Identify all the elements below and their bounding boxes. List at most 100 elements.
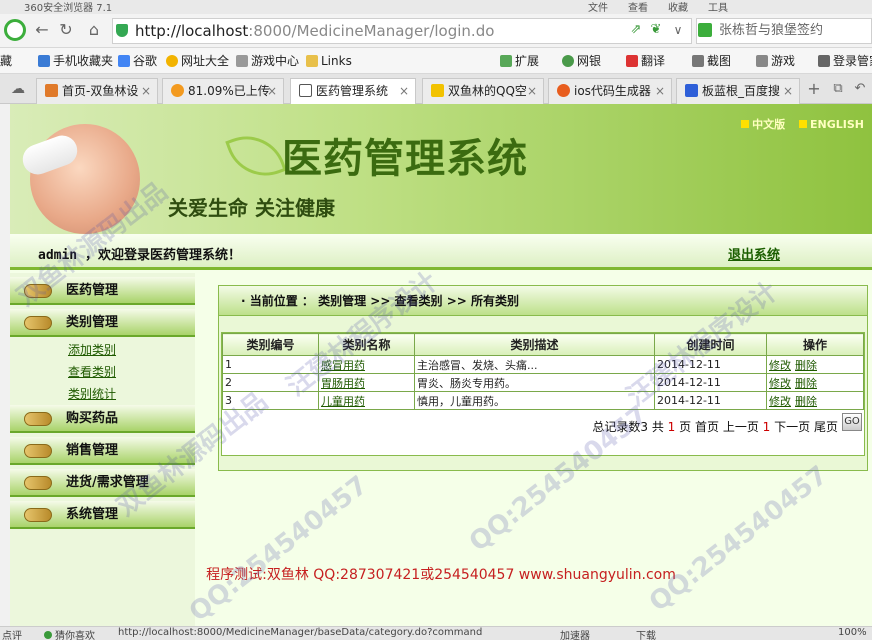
bookmark-label: 扩展 bbox=[515, 54, 540, 68]
tab-strip: ☁ 首页-双鱼林设 × 81.09%已上传 × 医药管理系统 × 双鱼林的QQ空 × i… bbox=[0, 74, 872, 105]
submenu-add-category[interactable]: 添加类别 bbox=[68, 341, 116, 358]
tab-qzone[interactable]: 双鱼林的QQ空 × bbox=[422, 78, 544, 104]
undo-close-icon[interactable]: ↶ bbox=[850, 79, 870, 99]
submenu-view-category[interactable]: 查看类别 bbox=[68, 363, 116, 380]
menu-stock[interactable]: 进货/需求管理 bbox=[10, 469, 195, 497]
category-name-link[interactable]: 儿童用药 bbox=[321, 395, 365, 408]
bookmark-games[interactable]: 游戏中心 bbox=[236, 53, 299, 69]
close-icon[interactable]: × bbox=[655, 79, 665, 103]
gamepad-icon bbox=[756, 55, 768, 67]
menu-medicine[interactable]: 医药管理 bbox=[10, 277, 195, 305]
star-icon bbox=[431, 84, 444, 97]
breadcrumb: · 当前位置 ： 类别管理 >> 查看类别 >> 所有类别 bbox=[219, 286, 867, 316]
category-table: 类别编号 类别名称 类别描述 创建时间 操作 1 感冒用药 主治感冒、发烧、头痛… bbox=[222, 333, 864, 410]
category-name-link[interactable]: 感冒用药 bbox=[321, 359, 365, 372]
bookmark-google[interactable]: 谷歌 bbox=[118, 53, 157, 69]
current-page: 1 bbox=[762, 420, 771, 434]
restore-tab-icon[interactable]: ⧉ bbox=[828, 79, 848, 99]
col-actions: 操作 bbox=[766, 333, 864, 356]
go-button[interactable]: GO bbox=[842, 413, 862, 431]
submenu-category-stats[interactable]: 类别统计 bbox=[68, 385, 116, 402]
page-word: 页 bbox=[679, 420, 692, 434]
last-page-link[interactable]: 尾页 bbox=[814, 420, 838, 434]
leaf-logo-icon bbox=[225, 125, 287, 187]
menu-tools[interactable]: 工具 bbox=[708, 0, 728, 14]
edit-link[interactable]: 修改 bbox=[769, 377, 791, 390]
logout-link[interactable]: 退出系统 bbox=[728, 244, 780, 263]
new-tab-icon[interactable]: + bbox=[804, 79, 824, 99]
watermark: QQ:254540457 bbox=[643, 460, 834, 618]
tab-medicine[interactable]: 医药管理系统 × bbox=[290, 78, 416, 105]
menu-view[interactable]: 查看 bbox=[628, 0, 648, 14]
category-name-link[interactable]: 胃肠用药 bbox=[321, 377, 365, 390]
close-icon[interactable]: × bbox=[267, 79, 277, 103]
col-date: 创建时间 bbox=[654, 333, 767, 356]
menu-sales[interactable]: 销售管理 bbox=[10, 437, 195, 465]
status-accelerator[interactable]: 加速器 bbox=[560, 627, 590, 640]
bookmark-favorites[interactable]: 藏 bbox=[0, 53, 12, 69]
capsule-icon bbox=[24, 444, 52, 458]
menu-purchase[interactable]: 购买药品 bbox=[10, 405, 195, 433]
dropdown-icon[interactable]: ∨ bbox=[668, 20, 688, 40]
bookmark-label: 游戏 bbox=[771, 54, 796, 68]
back-icon[interactable]: ← bbox=[32, 20, 52, 40]
status-guess[interactable]: 猜你喜欢 bbox=[44, 627, 95, 640]
close-icon[interactable]: × bbox=[783, 79, 793, 103]
status-review[interactable]: 点评 bbox=[2, 627, 22, 640]
total-records: 总记录数3 共 bbox=[592, 420, 664, 434]
delete-link[interactable]: 删除 bbox=[795, 359, 817, 372]
ext-screenshot[interactable]: 截图 bbox=[692, 53, 731, 69]
delete-link[interactable]: 删除 bbox=[795, 377, 817, 390]
tab-upload[interactable]: 81.09%已上传 × bbox=[162, 78, 284, 104]
ext-bank[interactable]: 网银 bbox=[562, 53, 601, 69]
tab-label: 81.09%已上传 bbox=[188, 84, 270, 98]
share-icon[interactable]: ⇗ bbox=[626, 20, 646, 40]
menu-category[interactable]: 类别管理 bbox=[10, 309, 195, 337]
ext-translate[interactable]: 翻译 bbox=[626, 53, 665, 69]
url-input[interactable]: http://localhost:8000/MedicineManager/lo… bbox=[112, 18, 692, 44]
tab-label: ios代码生成器 bbox=[574, 84, 651, 98]
home-icon[interactable]: ⌂ bbox=[84, 20, 104, 40]
status-download[interactable]: 下载 bbox=[636, 627, 656, 640]
hao-icon bbox=[166, 55, 178, 67]
bookmark-mobile[interactable]: 手机收藏夹 bbox=[38, 53, 113, 69]
ext-games[interactable]: 游戏 bbox=[756, 53, 795, 69]
first-page-link[interactable]: 首页 bbox=[695, 420, 719, 434]
menu-system[interactable]: 系统管理 bbox=[10, 501, 195, 529]
bookmark-hao[interactable]: 网址大全 bbox=[166, 53, 229, 69]
bookmark-label: 登录管家 bbox=[833, 54, 872, 68]
cell-name: 儿童用药 bbox=[318, 391, 415, 410]
tab-home[interactable]: 首页-双鱼林设 × bbox=[36, 78, 158, 104]
lang-english[interactable]: ENGLISH bbox=[810, 118, 864, 131]
ext-extend[interactable]: 扩展 bbox=[500, 53, 539, 69]
key-icon bbox=[818, 55, 830, 67]
menu-file[interactable]: 文件 bbox=[588, 0, 608, 14]
status-zoom[interactable]: 100% bbox=[838, 627, 867, 638]
delete-link[interactable]: 删除 bbox=[795, 395, 817, 408]
browser-logo-icon[interactable] bbox=[4, 19, 26, 41]
bank-icon bbox=[562, 55, 574, 67]
search-engine-icon[interactable] bbox=[698, 23, 712, 37]
edit-link[interactable]: 修改 bbox=[769, 395, 791, 408]
bookmark-links[interactable]: Links bbox=[306, 53, 352, 69]
close-icon[interactable]: × bbox=[399, 79, 409, 103]
menu-favorites[interactable]: 收藏 bbox=[668, 0, 688, 14]
menu-label: 销售管理 bbox=[66, 443, 119, 458]
prev-page-link[interactable]: 上一页 bbox=[723, 420, 759, 434]
edit-link[interactable]: 修改 bbox=[769, 359, 791, 372]
site-icon bbox=[45, 84, 58, 97]
ext-login[interactable]: 登录管家 bbox=[818, 53, 872, 69]
next-page-link[interactable]: 下一页 bbox=[774, 420, 810, 434]
close-icon[interactable]: × bbox=[141, 79, 151, 103]
cell-desc: 慎用，儿童用药。 bbox=[414, 391, 655, 410]
footer-text: 程序测试:双鱼林 QQ:287307421或254540457 www.shua… bbox=[206, 567, 676, 583]
lang-chinese[interactable]: 中文版 bbox=[752, 118, 785, 131]
refresh-icon[interactable]: ↻ bbox=[56, 20, 76, 40]
leaf-icon[interactable]: ❦ bbox=[646, 20, 666, 40]
tab-ios[interactable]: ios代码生成器 × bbox=[548, 78, 672, 104]
close-icon[interactable]: × bbox=[527, 79, 537, 103]
cloud-icon[interactable]: ☁ bbox=[8, 79, 28, 99]
tab-baidu[interactable]: 板蓝根_百度搜 × bbox=[676, 78, 800, 104]
search-input[interactable]: 张栋哲与狼堡签约 bbox=[696, 18, 872, 44]
table-header: 类别编号 类别名称 类别描述 创建时间 操作 bbox=[222, 333, 864, 356]
